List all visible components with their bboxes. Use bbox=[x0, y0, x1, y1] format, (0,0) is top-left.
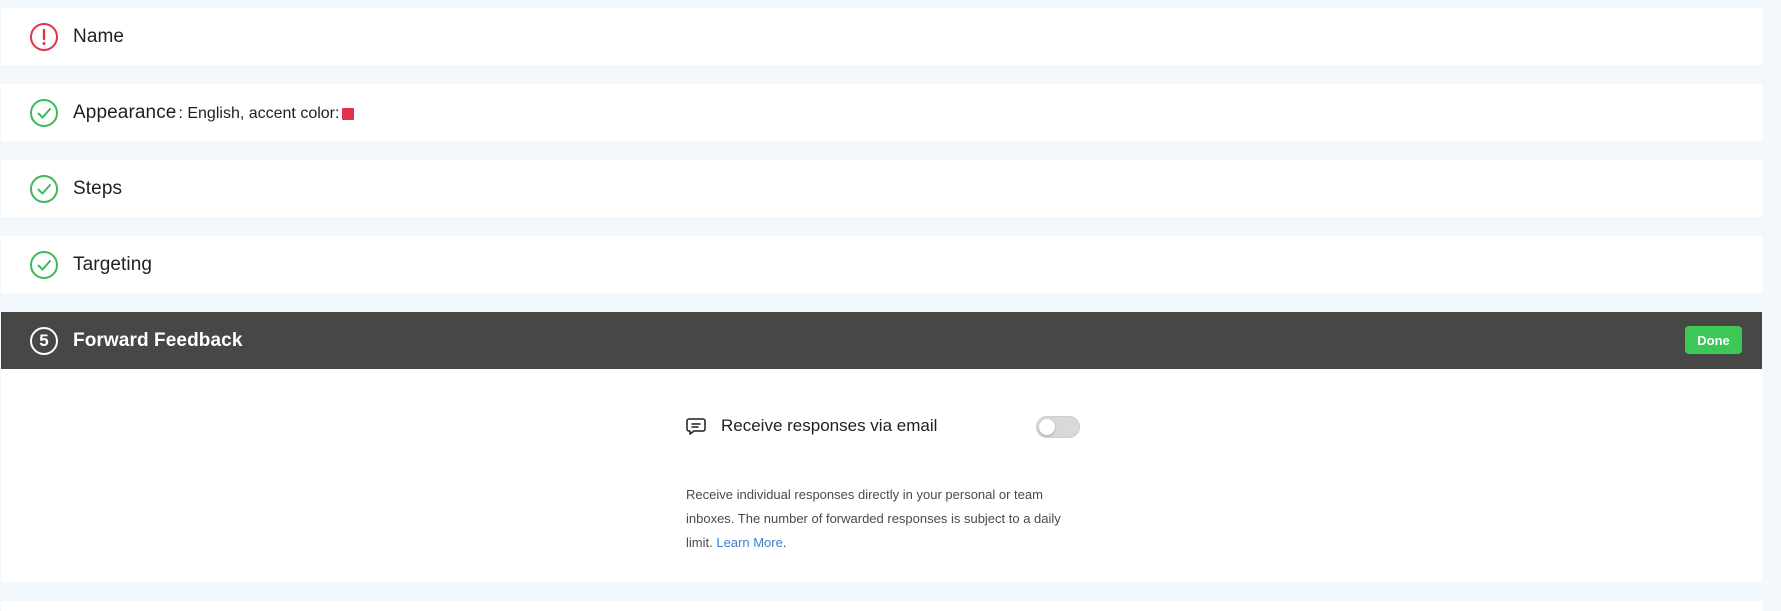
step-name-row[interactable]: Name bbox=[1, 8, 1762, 65]
step-number-icon: 5 bbox=[29, 326, 59, 356]
step-title: Name bbox=[73, 25, 125, 47]
email-option-label: Receive responses via email bbox=[721, 416, 938, 435]
survey-editor: Name Appearance : English, accent color:… bbox=[0, 0, 1781, 611]
step-steps-row[interactable]: Steps bbox=[1, 160, 1762, 217]
next-section-edge bbox=[1, 601, 1762, 611]
email-toggle[interactable] bbox=[1036, 416, 1080, 438]
step-title: Forward Feedback bbox=[73, 329, 243, 351]
learn-more-link[interactable]: Learn More bbox=[716, 535, 782, 550]
step-forward-feedback-header[interactable]: 5 Forward Feedback Done bbox=[1, 312, 1762, 369]
step-targeting-row[interactable]: Targeting bbox=[1, 236, 1762, 293]
step-appearance-row[interactable]: Appearance : English, accent color: bbox=[1, 84, 1762, 141]
check-circle-icon bbox=[29, 174, 59, 204]
step-title: Appearance bbox=[73, 101, 177, 123]
appearance-summary-text: : English, accent color: bbox=[178, 105, 340, 122]
step-title: Targeting bbox=[73, 253, 153, 275]
done-button[interactable]: Done bbox=[1685, 326, 1742, 354]
email-forwarding-option: Receive responses via email bbox=[685, 415, 937, 437]
step-title: Steps bbox=[73, 177, 123, 199]
step-number: 5 bbox=[39, 330, 49, 350]
check-circle-icon bbox=[29, 98, 59, 128]
check-circle-icon bbox=[29, 250, 59, 280]
forward-feedback-description: Receive individual responses directly in… bbox=[686, 483, 1076, 555]
forward-feedback-panel: Receive responses via email Receive indi… bbox=[1, 369, 1762, 582]
toggle-knob bbox=[1039, 419, 1055, 435]
description-end: . bbox=[782, 535, 787, 550]
appearance-summary: : English, accent color: bbox=[178, 105, 355, 123]
message-icon bbox=[685, 415, 707, 437]
accent-color-swatch bbox=[342, 108, 355, 120]
alert-circle-icon bbox=[29, 22, 59, 52]
